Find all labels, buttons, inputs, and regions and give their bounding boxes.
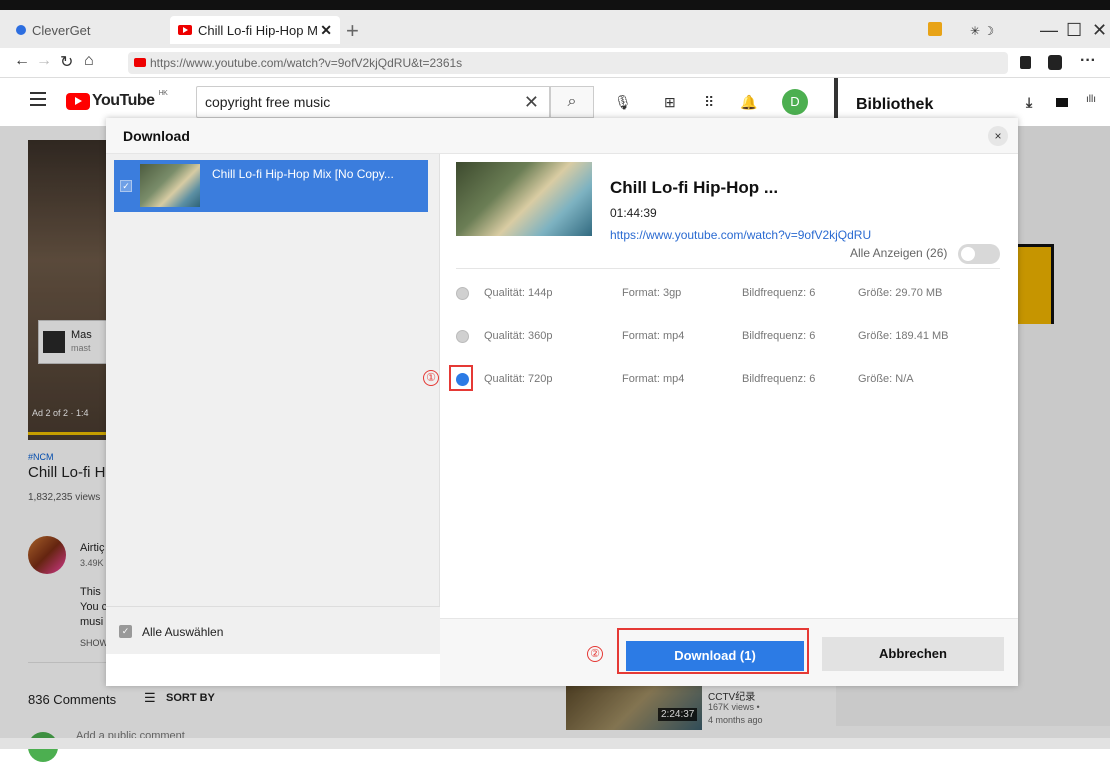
search-icon: ⌕ [567,93,577,110]
tab-close-icon[interactable]: ✕ [320,22,332,39]
video-list: ✓ Chill Lo-fi Hip-Hop Mix [No Copy... ✓ … [106,154,440,654]
window-top-border [0,0,1110,10]
avatar[interactable]: D [782,89,808,115]
size-label: Größe: 29.70 MB [858,287,943,299]
forward-arrow-icon[interactable]: → [36,52,52,70]
quality-row[interactable]: Qualität: 360p Format: mp4 Bildfrequenz:… [456,327,1000,347]
tab-bar: CleverGet Chill Lo-fi Hip-Hop M ✕ + ✳ ☽ … [0,10,1110,48]
item-title: Chill Lo-fi Hip-Hop Mix [No Copy... [212,167,394,181]
create-video-icon[interactable]: ⊞ [664,94,676,111]
quality-label: Qualität: 360p [484,330,553,342]
download-list-icon[interactable]: ⤓ [1026,94,1032,111]
cancel-button[interactable]: Abbrechen [822,637,1004,671]
quality-row[interactable]: Qualität: 144p Format: 3gp Bildfrequenz:… [456,284,1000,304]
youtube-logo[interactable]: YouTube HK [66,89,168,110]
cleverget-icon [16,25,26,35]
youtube-favicon-icon [178,25,192,35]
theme-toggle-icon[interactable]: ✳ ☽ [970,24,994,38]
step-1-highlight [449,365,473,391]
more-menu-icon[interactable]: ··· [1080,52,1096,70]
microphone-icon[interactable]: 🎙 [614,94,632,111]
gift-icon[interactable] [928,22,942,36]
detail-url[interactable]: https://www.youtube.com/watch?v=9ofV2kjQ… [610,228,871,242]
show-all-toggle[interactable] [958,244,1000,264]
show-all-label: Alle Anzeigen (26) [850,246,948,260]
list-item[interactable]: ✓ Chill Lo-fi Hip-Hop Mix [No Copy... [114,160,428,212]
reload-icon[interactable]: ↻ [60,52,73,72]
clear-search-icon[interactable]: ✕ [524,87,539,117]
home-icon[interactable]: ⌂ [84,52,94,70]
quality-radio[interactable] [456,330,469,343]
tab-youtube-video[interactable]: Chill Lo-fi Hip-Hop M ✕ [170,16,340,44]
close-dialog-icon[interactable]: × [988,126,1008,146]
youtube-logo-text: YouTube [92,92,155,109]
youtube-favicon-icon [134,58,146,67]
hamburger-menu-icon[interactable] [30,92,46,110]
size-label: Größe: 189.41 MB [858,330,949,342]
fps-label: Bildfrequenz: 6 [742,330,816,342]
divider [456,268,1000,269]
step-2-marker: ② [587,646,603,662]
audio-icon[interactable]: ıllı [1086,94,1096,105]
item-thumbnail [140,164,200,207]
library-title: Bibliothek [856,96,934,113]
browser-navbar: ← → ↻ ⌂ https://www.youtube.com/watch?v=… [0,48,1110,78]
url-text: https://www.youtube.com/watch?v=9ofV2kjQ… [150,56,463,70]
step-2-highlight [617,628,809,674]
apps-grid-icon[interactable]: ⠿ [704,94,714,111]
select-all-checkbox[interactable]: ✓ [119,625,132,638]
detail-duration: 01:44:39 [610,206,657,220]
search-input[interactable]: copyright free music ✕ [196,86,550,118]
detail-thumbnail [456,162,592,236]
step-1-marker: ① [423,370,439,386]
back-arrow-icon[interactable]: ← [14,52,30,70]
tab-label: Chill Lo-fi Hip-Hop M [198,22,318,38]
close-window-button[interactable]: ✕ [1092,20,1107,41]
format-label: Format: mp4 [622,330,685,342]
quality-row[interactable]: Qualität: 720p Format: mp4 Bildfrequenz:… [456,370,1000,390]
dialog-title: Download [123,128,190,144]
format-label: Format: 3gp [622,287,682,299]
item-checkbox[interactable]: ✓ [120,180,132,192]
search-button[interactable]: ⌕ [550,86,594,118]
size-label: Größe: N/A [858,373,914,385]
quality-label: Qualität: 144p [484,287,553,299]
quality-label: Qualität: 720p [484,373,553,385]
url-field[interactable]: https://www.youtube.com/watch?v=9ofV2kjQ… [128,52,1008,74]
fps-label: Bildfrequenz: 6 [742,287,816,299]
lock-icon[interactable] [1020,56,1031,69]
youtube-play-icon [66,92,90,110]
quality-radio[interactable] [456,287,469,300]
search-value: copyright free music [205,94,331,110]
detail-title: Chill Lo-fi Hip-Hop ... [610,178,779,197]
tab-cleverget[interactable]: CleverGet [8,16,168,44]
dialog-header: Download × [106,118,1018,154]
tab-label: CleverGet [32,22,91,38]
status-bar [0,738,1110,749]
notifications-bell-icon[interactable]: 🔔 [740,94,757,111]
select-all-row[interactable]: ✓ Alle Auswählen [106,606,440,654]
select-all-label: Alle Auswählen [142,625,224,639]
video-icon[interactable] [1056,98,1068,107]
extension-icon[interactable] [1048,55,1062,70]
new-tab-button[interactable]: + [346,18,359,44]
fps-label: Bildfrequenz: 6 [742,373,816,385]
region-label: HK [158,89,168,97]
maximize-button[interactable]: ☐ [1066,20,1082,41]
minimize-button[interactable]: — [1040,20,1058,41]
format-label: Format: mp4 [622,373,685,385]
download-dialog: Download × ✓ Chill Lo-fi Hip-Hop Mix [No… [106,118,1018,686]
